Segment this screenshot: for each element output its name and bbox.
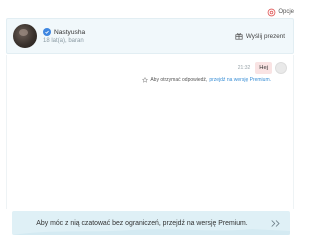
send-gift-button[interactable]: Wyślij prezent [235, 32, 285, 40]
banner-decoration [12, 229, 290, 235]
premium-banner[interactable]: Aby móc z nią czatować bez ograniczeń, p… [12, 211, 290, 235]
message-time: 21:32 [237, 65, 251, 71]
verified-badge-icon [43, 28, 51, 36]
gear-icon [267, 8, 276, 16]
avatar[interactable] [13, 24, 37, 48]
premium-link[interactable]: przejdź na wersję Premium. [209, 77, 271, 83]
star-icon [142, 77, 149, 83]
profile-meta: 18 lat(a), baran [43, 38, 84, 44]
send-gift-label: Wyślij prezent [245, 32, 285, 40]
message-area: 21:32 Hej Aby otrzymać odpowiedź, przejd… [6, 55, 294, 209]
message-row: 21:32 Hej [238, 62, 287, 74]
hint-text: Aby otrzymać odpowiedź, [150, 77, 208, 83]
gift-icon [235, 33, 243, 40]
profile-name[interactable]: Nastyusha [54, 29, 85, 36]
chat-header: Nastyusha 18 lat(a), baran Wyślij prezen… [6, 18, 294, 54]
options-label: Opcje [278, 9, 294, 15]
premium-hint: Aby otrzymać odpowiedź, przejdź na wersj… [142, 77, 271, 83]
my-avatar [275, 62, 287, 74]
options-menu[interactable]: Opcje [267, 6, 294, 18]
message-bubble: Hej [255, 62, 272, 74]
banner-text: Aby móc z nią czatować bez ograniczeń, p… [36, 219, 248, 227]
profile-info: Nastyusha 18 lat(a), baran [43, 28, 85, 44]
